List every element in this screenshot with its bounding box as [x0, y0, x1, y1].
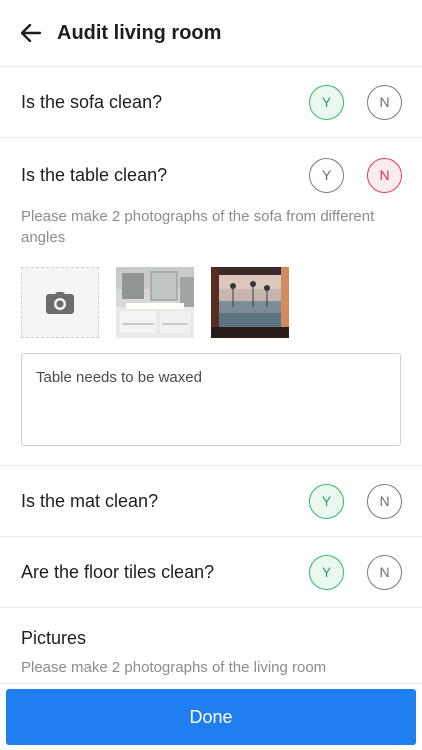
question-row-floor-tiles: Are the floor tiles clean? Y N — [0, 537, 422, 608]
back-button[interactable] — [20, 22, 42, 44]
yes-no-toggle: Y N — [309, 84, 402, 120]
pictures-hint: Please make 2 photographs of the living … — [21, 659, 327, 676]
pictures-section: Pictures Please make 2 photographs of th… — [0, 608, 422, 676]
yes-button[interactable]: Y — [309, 554, 344, 590]
question-text: Is the mat clean? — [21, 490, 159, 511]
question-row-sofa: Is the sofa clean? Y N — [0, 67, 422, 138]
page-title: Audit living room — [57, 21, 222, 44]
yes-button[interactable]: Y — [309, 483, 344, 519]
question-text: Are the floor tiles clean? — [21, 561, 215, 582]
photo-hint: Please make 2 photographs of the sofa fr… — [21, 208, 375, 246]
yes-no-toggle: Y N — [309, 554, 402, 590]
comment-textarea[interactable]: Table needs to be waxed — [21, 353, 401, 446]
footer-divider — [0, 683, 422, 684]
yes-no-toggle: Y N — [309, 157, 402, 193]
yes-button[interactable]: Y — [309, 84, 344, 120]
photo-thumbnail-window[interactable] — [211, 267, 289, 338]
pictures-title: Pictures — [21, 628, 87, 648]
no-button[interactable]: N — [367, 84, 402, 120]
yes-no-toggle: Y N — [309, 483, 402, 519]
no-button[interactable]: N — [367, 554, 402, 590]
no-button[interactable]: N — [367, 483, 402, 519]
camera-icon — [46, 291, 74, 314]
question-row-mat: Is the mat clean? Y N — [0, 466, 422, 537]
add-photo-button[interactable] — [21, 267, 99, 338]
app-header: Audit living room — [0, 0, 422, 67]
photo-thumbnail-bathroom[interactable] — [116, 267, 194, 338]
photo-strip — [21, 267, 402, 338]
no-button[interactable]: N — [367, 157, 402, 193]
done-button[interactable]: Done — [6, 689, 416, 745]
question-text: Is the table clean? — [21, 164, 168, 185]
arrow-left-icon — [21, 24, 41, 42]
yes-button[interactable]: Y — [309, 157, 344, 193]
question-block-table: Is the table clean? Y N Please make 2 ph… — [0, 138, 422, 466]
question-text: Is the sofa clean? — [21, 91, 163, 112]
